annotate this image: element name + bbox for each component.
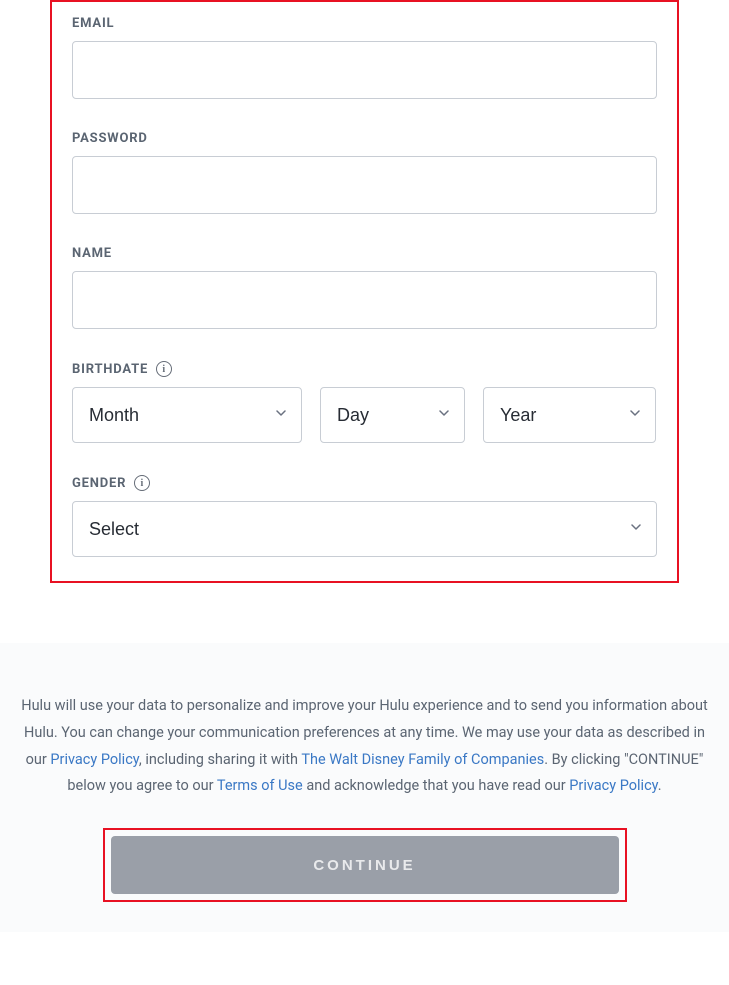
name-label: NAME	[72, 246, 657, 261]
info-icon[interactable]: i	[156, 361, 172, 377]
signup-form: EMAIL PASSWORD NAME BIRTHDATE i Month	[50, 0, 679, 583]
birthdate-label: BIRTHDATE i	[72, 361, 657, 377]
name-input[interactable]	[72, 271, 657, 329]
month-select-wrap: Month	[72, 387, 302, 443]
password-input[interactable]	[72, 156, 657, 214]
email-label: EMAIL	[72, 16, 657, 31]
privacy-policy-link[interactable]: Privacy Policy	[50, 751, 139, 768]
gender-label-text: GENDER	[72, 476, 126, 491]
password-field-group: PASSWORD	[72, 131, 657, 214]
privacy-policy-link-2[interactable]: Privacy Policy	[569, 777, 658, 794]
password-label: PASSWORD	[72, 131, 657, 146]
continue-button-highlight: CONTINUE	[103, 828, 627, 902]
year-select[interactable]: Year	[483, 387, 656, 443]
footer-section: Hulu will use your data to personalize a…	[0, 643, 729, 932]
terms-of-use-link[interactable]: Terms of Use	[217, 777, 303, 794]
birthdate-row: Month Day Year	[72, 387, 657, 443]
birthdate-field-group: BIRTHDATE i Month Day	[72, 361, 657, 443]
email-field-group: EMAIL	[72, 16, 657, 99]
legal-part2: , including sharing it with	[139, 751, 301, 768]
month-select[interactable]: Month	[72, 387, 302, 443]
email-input[interactable]	[72, 41, 657, 99]
legal-part5: .	[658, 777, 662, 794]
year-select-wrap: Year	[483, 387, 656, 443]
disney-companies-link[interactable]: The Walt Disney Family of Companies	[301, 751, 544, 768]
continue-button[interactable]: CONTINUE	[111, 836, 619, 894]
legal-text: Hulu will use your data to personalize a…	[20, 693, 709, 800]
gender-field-group: GENDER i Select	[72, 475, 657, 557]
day-select-wrap: Day	[320, 387, 465, 443]
gender-label: GENDER i	[72, 475, 657, 491]
gender-select[interactable]: Select	[72, 501, 657, 557]
info-icon[interactable]: i	[134, 475, 150, 491]
day-select[interactable]: Day	[320, 387, 465, 443]
birthdate-label-text: BIRTHDATE	[72, 362, 148, 377]
gender-select-wrap: Select	[72, 501, 657, 557]
legal-part4: and acknowledge that you have read our	[303, 777, 570, 794]
name-field-group: NAME	[72, 246, 657, 329]
